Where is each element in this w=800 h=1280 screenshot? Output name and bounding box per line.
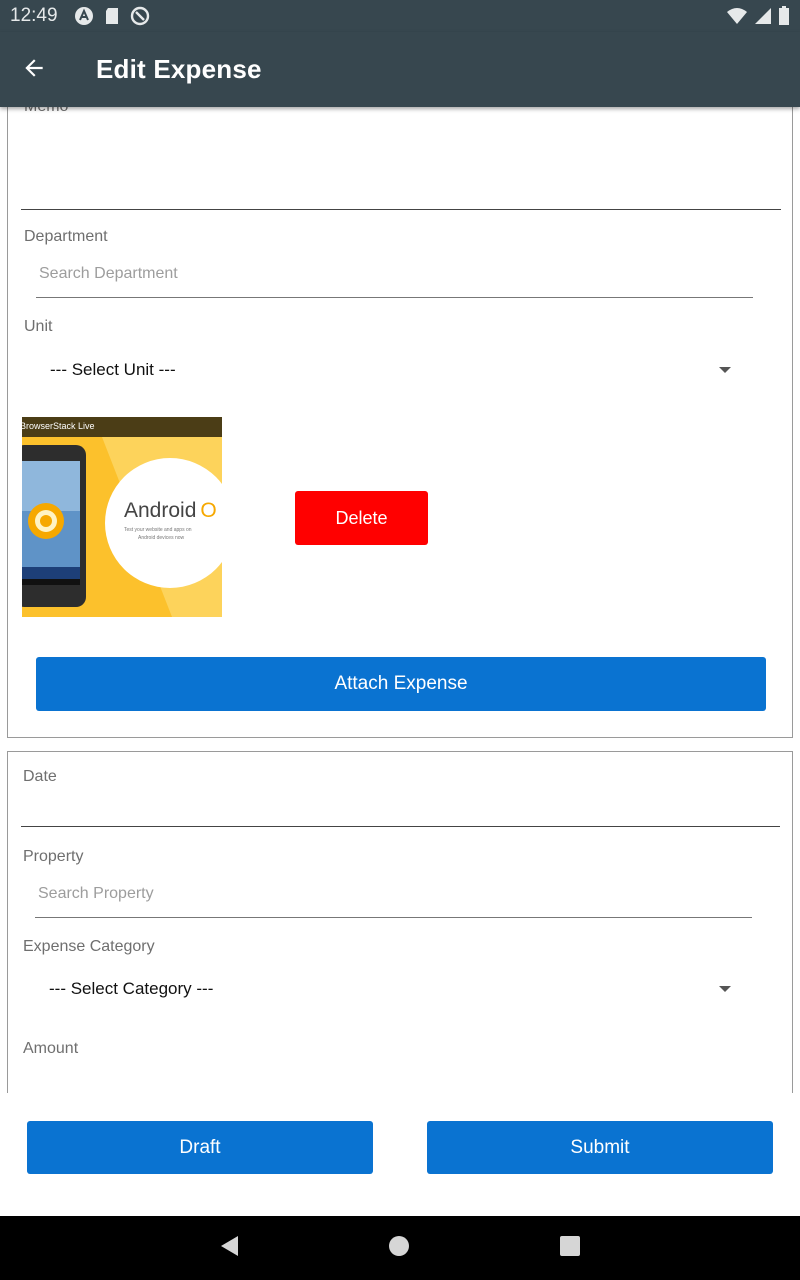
delete-attachment-button[interactable]: Delete [295,491,428,545]
date-input[interactable] [21,790,780,826]
app-a-icon [74,6,94,31]
system-navigation-bar [0,1216,800,1280]
expense-category-label: Expense Category [23,938,155,955]
nav-recents-button[interactable] [554,1232,586,1264]
unit-label: Unit [24,318,53,335]
form-scroll-area[interactable]: Memo Department Search Department Unit -… [0,107,800,1093]
thumbnail-brand-text: Android O [124,499,217,523]
department-search-input[interactable]: Search Department [36,253,753,297]
amount-label: Amount [23,1040,79,1057]
memo-label: Memo [24,107,68,116]
wifi-icon [726,6,748,31]
department-label: Department [24,228,108,245]
app-bar: Edit Expense [0,32,800,107]
amount-input[interactable] [21,1064,780,1093]
back-button[interactable] [14,50,54,90]
recents-square-icon [559,1235,581,1262]
unit-selected-value: --- Select Unit --- [50,360,176,379]
expense-details-card: Memo Department Search Department Unit -… [7,107,793,738]
status-time: 12:49 [10,5,58,26]
property-label: Property [23,848,84,865]
status-right-icons [726,6,790,31]
property-search-input[interactable]: Search Property [35,873,752,917]
expense-category-select[interactable]: --- Select Category --- [35,964,752,1014]
draft-button[interactable]: Draft [27,1121,373,1174]
memo-input[interactable] [21,127,781,209]
submit-button[interactable]: Submit [427,1121,773,1174]
nav-back-button[interactable] [213,1232,245,1264]
category-selected-value: --- Select Category --- [49,979,214,998]
thumbnail-tagline-2: Android devices now [138,535,185,541]
arrow-left-icon [21,55,47,86]
date-label: Date [23,768,57,785]
thumbnail-brand-letter: O [200,499,217,522]
thumbnail-brand-word: Android [124,499,197,522]
expense-info-card: Date Property Search Property Expense Ca… [7,751,793,1093]
chevron-down-icon [719,986,731,992]
signal-icon [754,6,772,31]
back-triangle-icon [218,1234,240,1263]
home-circle-icon [387,1234,411,1263]
thumbnail-header-text: BrowserStack Live [22,421,95,431]
property-underline [35,917,752,918]
status-left-icons [74,6,150,31]
vpn-icon [130,6,150,31]
nav-home-button[interactable] [383,1232,415,1264]
date-underline [21,826,780,827]
battery-icon [778,6,790,31]
property-placeholder: Search Property [38,885,154,902]
attachment-thumbnail[interactable]: BrowserStack Live Android O Test your web… [22,417,222,617]
bottom-action-bar: Draft Submit [0,1093,800,1216]
unit-select[interactable]: --- Select Unit --- [36,345,753,395]
attach-expense-button[interactable]: Attach Expense [36,657,766,711]
page-title: Edit Expense [96,54,262,84]
status-bar: 12:49 [0,0,800,32]
chevron-down-icon [719,367,731,373]
department-placeholder: Search Department [39,265,178,282]
thumbnail-tagline-1: Test your website and apps on [124,527,192,533]
memo-underline [21,209,781,210]
department-underline [36,297,753,298]
sd-card-icon [104,6,120,31]
